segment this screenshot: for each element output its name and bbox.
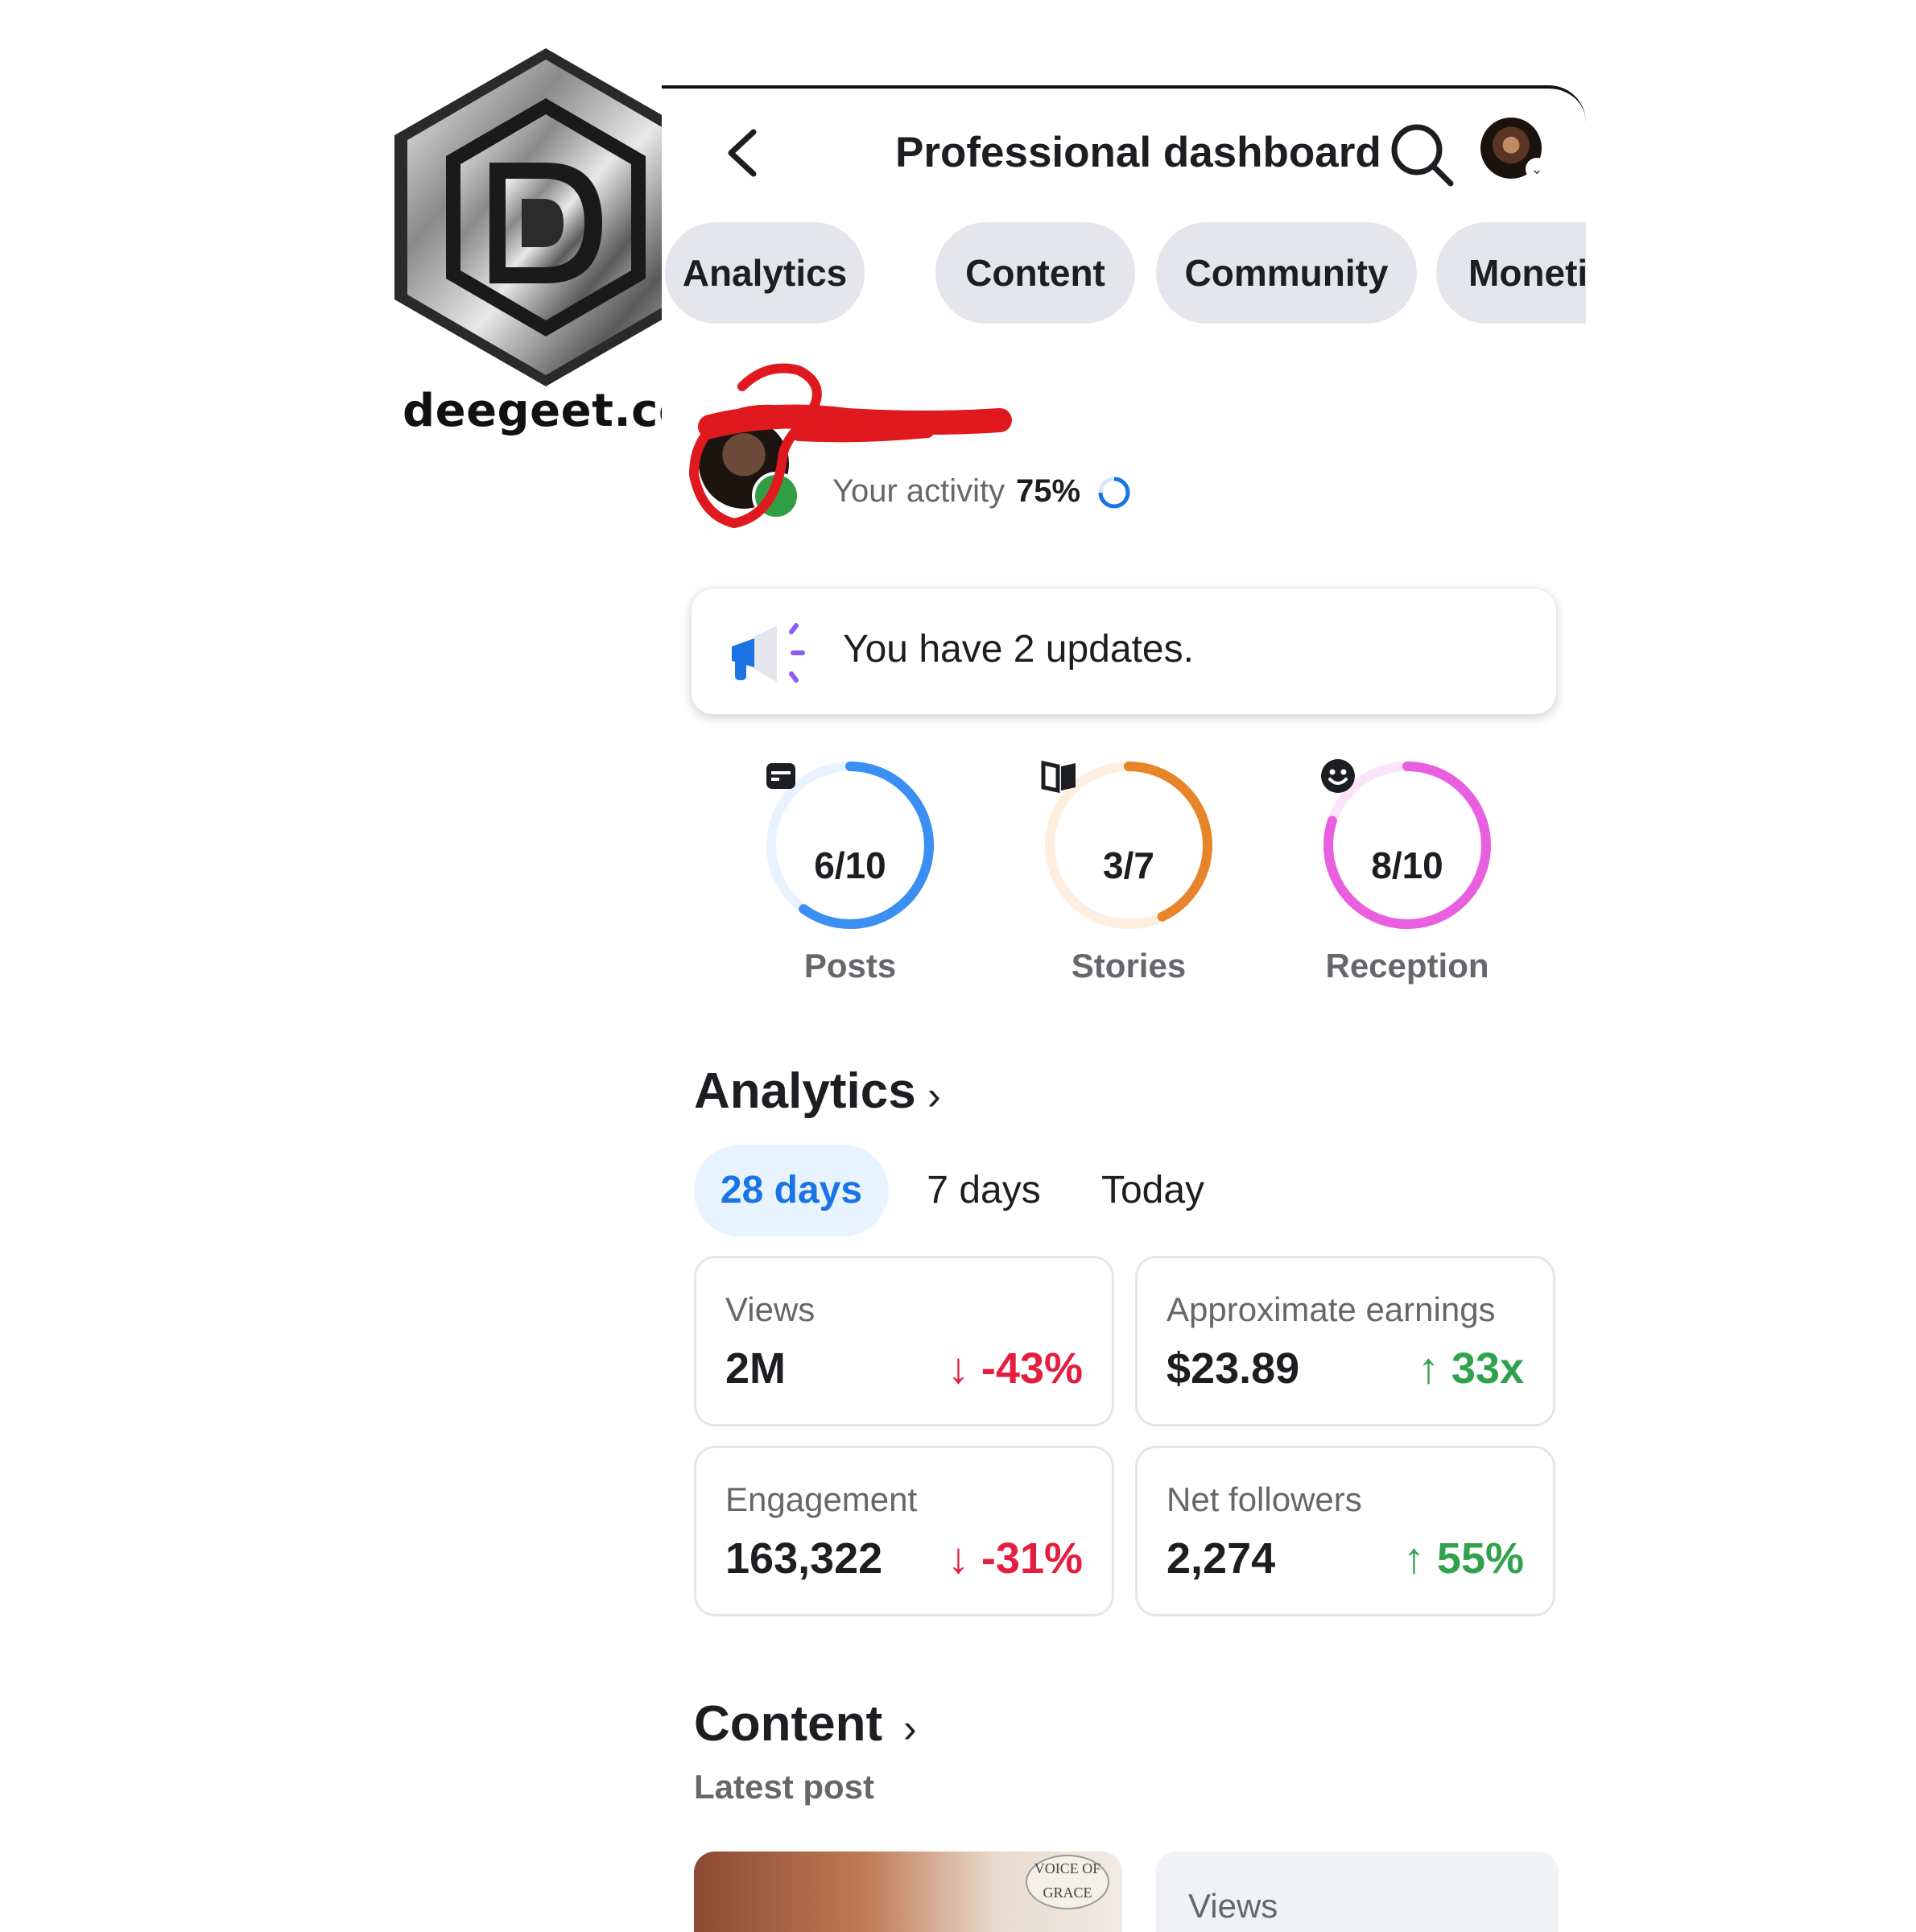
stat-label: Views <box>725 1290 816 1328</box>
stat-label: Net followers <box>1167 1480 1362 1518</box>
chevron-right-icon[interactable]: › <box>927 1072 941 1119</box>
tab-monetization[interactable]: Moneti <box>1436 222 1586 324</box>
page-title: Professional dashboard <box>895 129 1381 176</box>
reception-label: Reception <box>1325 947 1489 985</box>
latest-post-label: Latest post <box>694 1768 875 1806</box>
content-heading[interactable]: Content <box>694 1695 882 1752</box>
chevron-down-icon[interactable]: ⌄ <box>1526 158 1548 180</box>
stat-value: 2M <box>725 1344 787 1393</box>
stories-progress-ring[interactable]: 3/7 <box>1040 757 1217 934</box>
activity-progress-icon <box>1098 477 1130 509</box>
dashboard-screen: Professional dashboard ⌄ Analytics Conte… <box>662 85 1586 1932</box>
stat-card-earnings[interactable]: Approximate earnings $23.89 ↑ 33x <box>1135 1256 1555 1426</box>
stat-value: 163,322 <box>725 1534 883 1583</box>
search-icon[interactable] <box>1386 119 1459 192</box>
megaphone-icon <box>732 623 805 683</box>
updates-banner[interactable]: You have 2 updates. <box>691 588 1557 715</box>
range-28-days[interactable]: 28 days <box>694 1145 889 1236</box>
range-7-days[interactable]: 7 days <box>903 1145 1064 1236</box>
tab-content[interactable]: Content <box>935 222 1135 324</box>
stat-card-engagement[interactable]: Engagement 163,322 ↓ -31% <box>694 1446 1114 1616</box>
latest-post-stats[interactable]: Views <box>1156 1852 1559 1932</box>
back-arrow-icon[interactable] <box>718 121 766 185</box>
redaction-scribble <box>688 363 1012 529</box>
reception-progress-ring[interactable]: 8/10 <box>1319 757 1496 934</box>
stat-change: ↓ -31% <box>947 1534 1083 1583</box>
updates-text: You have 2 updates. <box>843 628 1194 671</box>
posts-progress-ring[interactable]: 6/10 <box>762 757 939 934</box>
stat-label: Engagement <box>725 1480 918 1518</box>
stories-value: 3/7 <box>1103 844 1154 886</box>
range-today[interactable]: Today <box>1072 1145 1233 1236</box>
tab-analytics[interactable]: Analytics <box>665 222 865 324</box>
latest-post-thumbnail[interactable]: VOICE OF GRACE <box>694 1852 1122 1932</box>
reception-value: 8/10 <box>1371 844 1443 886</box>
deegeet-logo <box>394 48 697 386</box>
post-icon <box>766 763 795 789</box>
smiley-icon <box>1321 759 1355 793</box>
stat-card-net-followers[interactable]: Net followers 2,274 ↑ 55% <box>1135 1446 1555 1616</box>
stat-card-views[interactable]: Views 2M ↓ -43% <box>694 1256 1114 1426</box>
posts-value: 6/10 <box>814 844 886 886</box>
stat-change: ↓ -43% <box>947 1344 1083 1393</box>
book-icon <box>1041 760 1076 794</box>
analytics-heading[interactable]: Analytics <box>694 1063 916 1120</box>
chevron-right-icon[interactable]: › <box>903 1705 917 1752</box>
post-badge: VOICE OF GRACE <box>1026 1855 1109 1909</box>
post-views-label: Views <box>1188 1887 1278 1925</box>
stories-label: Stories <box>1071 947 1187 985</box>
stat-value: $23.89 <box>1167 1344 1300 1393</box>
stat-value: 2,274 <box>1167 1534 1276 1583</box>
posts-label: Posts <box>803 947 897 985</box>
stat-change: ↑ 55% <box>1402 1534 1524 1583</box>
tab-community[interactable]: Community <box>1156 222 1417 324</box>
stat-label: Approximate earnings <box>1167 1290 1496 1328</box>
stat-change: ↑ 33x <box>1417 1344 1524 1393</box>
